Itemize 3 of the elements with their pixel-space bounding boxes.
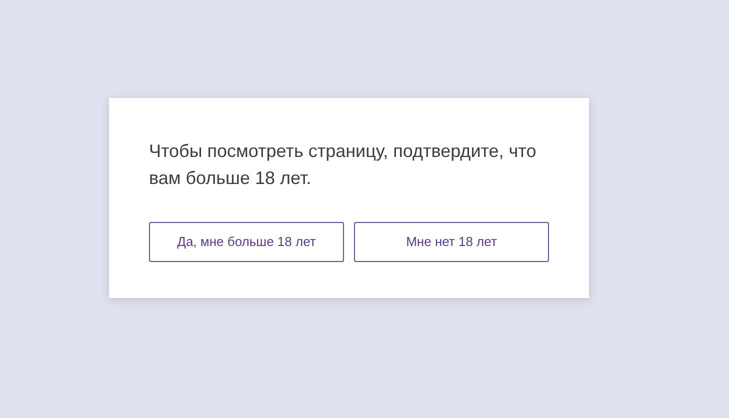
age-button[interactable]: Да, мне больше 18 лет [149, 222, 344, 262]
age-button[interactable]: Мне нет 18 лет [354, 222, 549, 262]
confirmation-message: Чтобы посмотреть страницу, подтвердите, что вам больше 18 лет. [149, 140, 538, 190]
